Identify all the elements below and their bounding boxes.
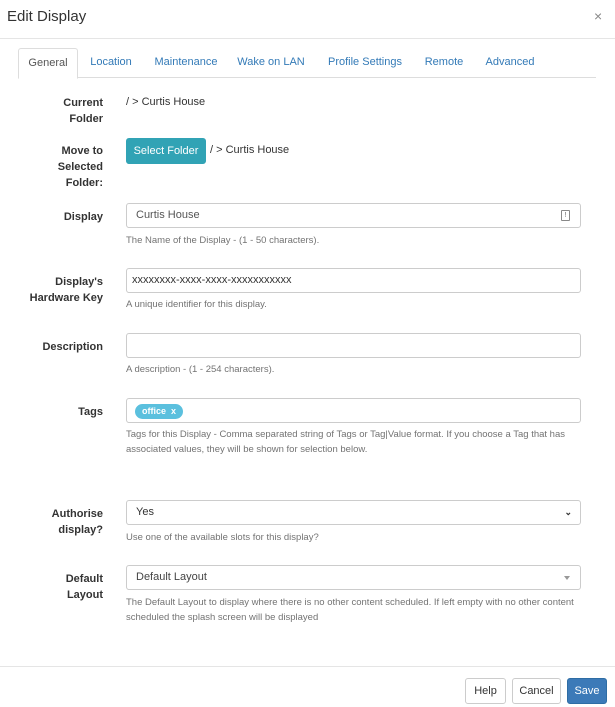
tab-bar: General Location Maintenance Wake on LAN…	[18, 48, 596, 79]
hardware-key-input[interactable]: xxxxxxxx-xxxx-xxxx-xxxxxxxxxxx	[126, 268, 581, 293]
tags-help: Tags for this Display - Comma separated …	[126, 429, 565, 455]
default-layout-help: The Default Layout to display where ther…	[126, 597, 574, 623]
default-layout-label: Default Layout	[65, 573, 103, 601]
hardware-key-label: Display's Hardware Key	[29, 276, 103, 304]
tab-maintenance[interactable]: Maintenance	[149, 48, 223, 77]
authorise-label: Authorise display?	[51, 508, 103, 536]
tab-location[interactable]: Location	[82, 48, 140, 77]
current-folder-label: Current Folder	[63, 97, 103, 125]
close-icon[interactable]: ×	[594, 8, 602, 24]
modal-title: Edit Display	[7, 8, 87, 25]
footer-divider	[0, 666, 615, 667]
save-button[interactable]: Save	[567, 678, 607, 704]
display-name-input[interactable]: Curtis House!	[126, 203, 581, 228]
tags-input[interactable]: office x	[126, 398, 581, 423]
help-button[interactable]: Help	[465, 678, 506, 704]
description-input[interactable]	[126, 333, 581, 358]
tags-label: Tags	[78, 406, 103, 418]
tab-wake-on-lan[interactable]: Wake on LAN	[234, 48, 308, 77]
tab-profile-settings[interactable]: Profile Settings	[320, 48, 410, 77]
description-label: Description	[42, 341, 103, 353]
tab-general[interactable]: General	[18, 48, 78, 79]
authorise-help: Use one of the available slots for this …	[126, 532, 319, 543]
authorise-select[interactable]: Yes ⌄	[126, 500, 581, 525]
description-help: A description - (1 - 254 characters).	[126, 364, 275, 375]
select-folder-button[interactable]: Select Folder	[126, 138, 206, 164]
current-folder-value: / > Curtis House	[126, 96, 206, 108]
tag-chip: office x	[135, 404, 184, 419]
move-folder-label: Move to Selected Folder:	[57, 145, 103, 189]
tag-remove-icon[interactable]: x	[171, 406, 176, 416]
chevron-down-icon: ⌄	[564, 507, 572, 517]
hardware-key-help: A unique identifier for this display.	[126, 299, 267, 310]
caret-down-icon	[564, 576, 570, 580]
password-manager-icon[interactable]: !	[561, 210, 570, 221]
display-label: Display	[63, 211, 103, 223]
tab-remote[interactable]: Remote	[419, 48, 469, 77]
display-help: The Name of the Display - (1 - 50 charac…	[126, 235, 320, 246]
tab-advanced[interactable]: Advanced	[480, 48, 540, 77]
default-layout-select[interactable]: Default Layout	[126, 565, 581, 590]
header-divider	[0, 38, 615, 39]
cancel-button[interactable]: Cancel	[512, 678, 561, 704]
selected-folder-value: / > Curtis House	[210, 144, 290, 156]
